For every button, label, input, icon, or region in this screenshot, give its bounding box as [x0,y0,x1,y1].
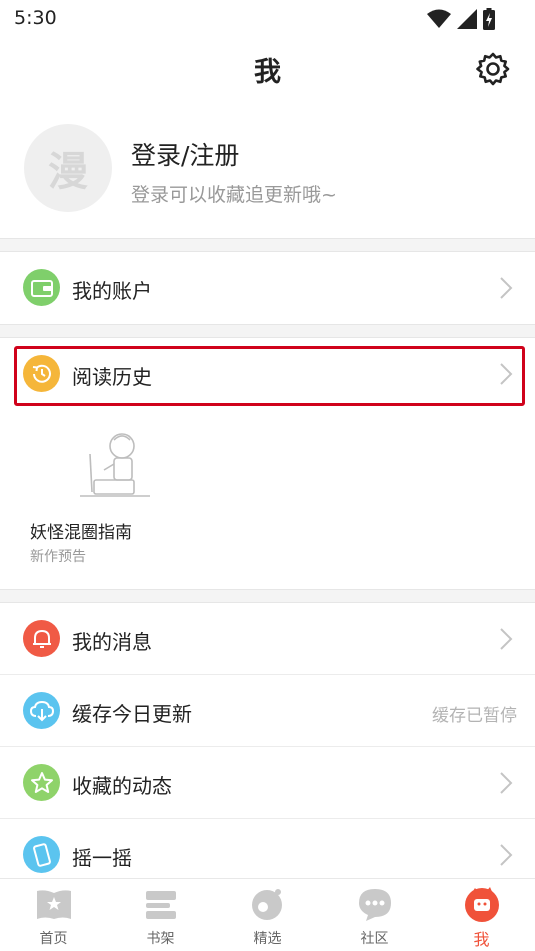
status-time: 5:30 [14,7,57,29]
tab-community[interactable]: 社区 [321,879,428,951]
gear-icon [476,52,510,86]
tab-featured[interactable]: 精选 [214,879,321,951]
section-divider [0,324,535,338]
phone-shake-icon [23,836,60,873]
highlight-box [14,346,525,406]
bell-icon [23,620,60,657]
page-header: 我 [0,36,535,102]
settings-button[interactable] [475,51,511,87]
menu-item-label: 我的账户 [72,279,152,303]
status-bar: 5:30 [0,0,535,36]
history-item-subtitle: 新作预告 [30,549,86,565]
menu-item-label: 我的消息 [72,630,152,654]
menu-item-label: 缓存今日更新 [72,702,192,726]
chevron-right-icon [500,628,513,650]
profile-section[interactable]: 漫 登录/注册 登录可以收藏追更新哦~ [0,102,535,238]
menu-item-label: 摇一摇 [72,846,132,870]
menu-item-cache-updates[interactable]: 缓存今日更新 缓存已暂停 [0,675,535,747]
tab-bookshelf[interactable]: 书架 [107,879,214,951]
tab-label: 我 [473,930,490,949]
star-icon [23,764,60,801]
comic-cover-placeholder-icon [80,433,150,497]
tab-label: 书架 [146,931,175,947]
login-hint: 登录可以收藏追更新哦~ [131,184,337,206]
status-icons [427,8,495,30]
chat-bubble-icon [359,889,391,921]
featured-icon [252,889,282,920]
menu-item-messages[interactable]: 我的消息 [0,603,535,675]
menu-item-favorites-feed[interactable]: 收藏的动态 [0,747,535,819]
login-register-link[interactable]: 登录/注册 [131,136,239,172]
section-divider [0,238,535,252]
menu-item-label: 收藏的动态 [72,774,172,798]
profile-face-icon [465,887,499,922]
battery-icon [483,8,495,30]
wallet-icon [23,269,60,306]
avatar-placeholder-char: 漫 [48,149,88,195]
tab-label: 社区 [360,931,389,947]
history-item-title: 妖怪混圈指南 [30,523,132,543]
cloud-download-icon [23,692,60,729]
signal-icon [457,9,477,29]
chevron-right-icon [500,844,513,866]
menu-item-account[interactable]: 我的账户 [0,252,535,324]
page-title: 我 [254,57,281,88]
bookshelf-icon [146,891,176,919]
cache-status: 缓存已暂停 [432,706,517,726]
chevron-right-icon [500,772,513,794]
section-divider [0,589,535,603]
tab-home[interactable]: 首页 [0,879,107,951]
history-item[interactable]: 妖怪混圈指南 新作预告 [30,418,170,578]
tab-me[interactable]: 我 [428,879,535,951]
home-book-icon [37,890,71,919]
tab-label: 首页 [39,931,68,947]
avatar[interactable]: 漫 [24,124,112,212]
wifi-icon [427,9,451,28]
bottom-tab-bar: 首页 书架 精选 社区 我 [0,878,535,951]
chevron-right-icon [500,277,513,299]
tab-label: 精选 [253,931,282,947]
